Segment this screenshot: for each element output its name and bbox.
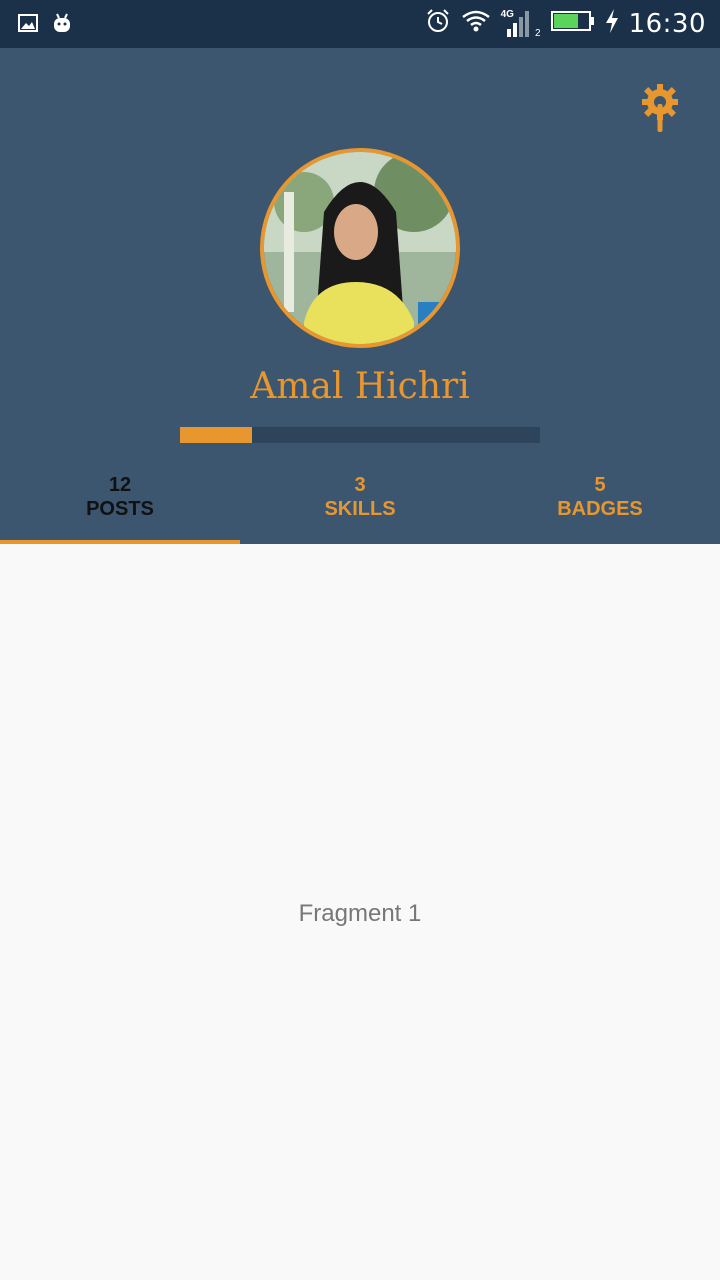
image-icon bbox=[18, 13, 38, 38]
fragment-container: Fragment 1 bbox=[0, 544, 720, 1280]
progress-bar bbox=[180, 427, 540, 443]
status-bar: 4G 2 16:30 bbox=[0, 0, 720, 48]
tab-count: 12 bbox=[108, 474, 132, 496]
charging-icon bbox=[605, 9, 619, 38]
avatar[interactable] bbox=[260, 148, 460, 348]
tab-badges[interactable]: 5 BADGES bbox=[480, 470, 720, 544]
android-icon bbox=[52, 12, 72, 39]
fragment-text: Fragment 1 bbox=[298, 900, 422, 927]
signal-icon: 4G 2 bbox=[500, 8, 541, 39]
tab-label: SKILLS bbox=[324, 498, 396, 520]
tab-count: 5 bbox=[594, 474, 606, 496]
tab-count: 3 bbox=[354, 474, 366, 496]
settings-gear-icon[interactable] bbox=[638, 82, 682, 134]
alarm-icon bbox=[425, 8, 451, 39]
tab-bar: 12 POSTS 3 SKILLS 5 BADGES bbox=[0, 470, 720, 544]
tab-label: BADGES bbox=[557, 498, 643, 520]
tab-label: POSTS bbox=[86, 498, 154, 520]
battery-icon bbox=[550, 10, 595, 37]
tab-posts[interactable]: 12 POSTS bbox=[0, 470, 240, 544]
progress-fill bbox=[180, 427, 252, 443]
profile-photo bbox=[264, 152, 456, 344]
tab-skills[interactable]: 3 SKILLS bbox=[240, 470, 480, 544]
clock: 16:30 bbox=[628, 8, 706, 39]
profile-name: Amal Hichri bbox=[250, 366, 470, 407]
wifi-icon bbox=[461, 9, 491, 38]
